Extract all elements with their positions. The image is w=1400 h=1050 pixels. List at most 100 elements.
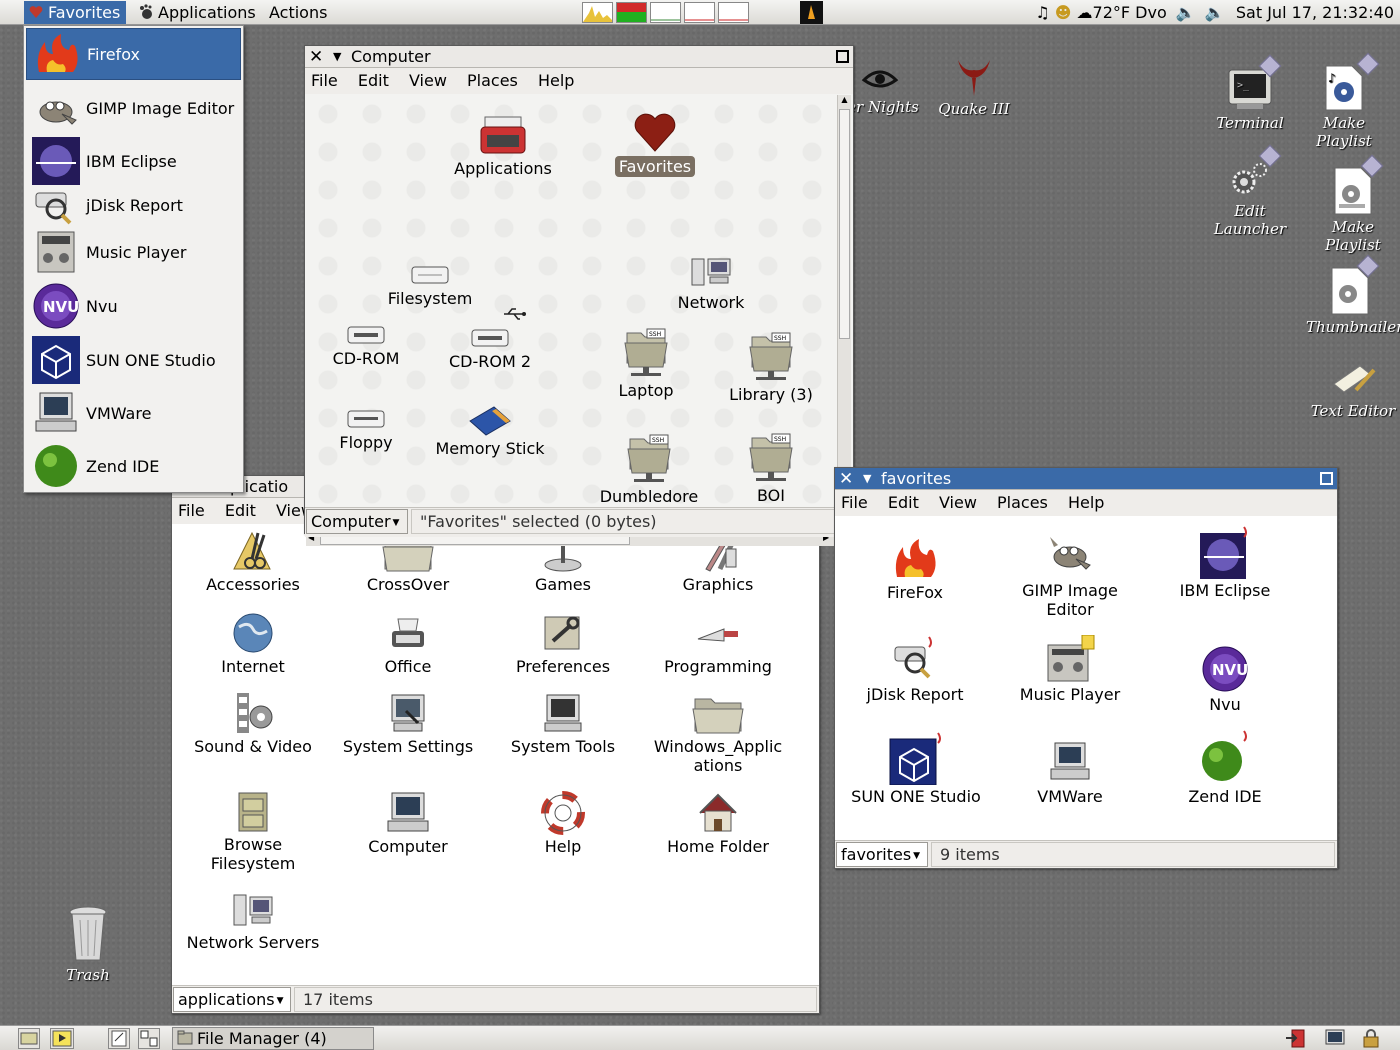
workspace-3[interactable] <box>138 1028 160 1049</box>
desktop-icon-trash[interactable]: Trash <box>50 904 126 984</box>
location-dropdown[interactable]: Computer ▼ <box>306 509 408 534</box>
vertical-scroll-thumb[interactable] <box>839 109 850 339</box>
item-browse-filesystem[interactable]: Browse Filesystem <box>183 791 323 873</box>
location-dropdown[interactable]: applications ▼ <box>173 987 291 1012</box>
folder-preferences[interactable]: Preferences <box>493 611 633 676</box>
item-cdrom-2[interactable]: CD-ROM 2 <box>426 326 554 371</box>
menu-file[interactable]: File <box>311 71 338 90</box>
menu-item-music-player[interactable]: Music Player <box>26 226 241 278</box>
fav-nvu[interactable]: NVU Nvu <box>1158 645 1292 714</box>
cpu-monitor[interactable] <box>582 2 613 23</box>
music-note-icon[interactable]: ♫ <box>1035 3 1049 22</box>
item-floppy[interactable]: Floppy <box>306 407 426 452</box>
desktop-icon-quake[interactable]: Quake III <box>930 56 1018 118</box>
volume-icon[interactable]: 🔈 <box>1176 3 1196 22</box>
item-dumbledore[interactable]: SSH Dumbledore <box>586 433 712 506</box>
folder-system-tools[interactable]: System Tools <box>493 691 633 756</box>
taskbar-file-manager[interactable]: File Manager (4) <box>172 1027 374 1050</box>
desktop-icon-edit-launcher[interactable]: Edit Launcher <box>1200 160 1300 238</box>
favorites-menu-button[interactable]: Favorites <box>24 1 127 24</box>
item-memory-stick[interactable]: Memory Stick <box>424 403 556 458</box>
menu-edit[interactable]: Edit <box>358 71 389 90</box>
scroll-up-icon[interactable]: ▲ <box>839 95 850 107</box>
maximize-icon[interactable] <box>836 50 849 63</box>
item-computer[interactable]: Computer <box>338 791 478 856</box>
network-monitor[interactable] <box>650 2 681 23</box>
close-icon[interactable]: ✕ <box>309 46 325 68</box>
desktop-icon-make-playlist-2[interactable]: Make Playlist <box>1306 166 1400 254</box>
applications-menu-button[interactable]: Applications <box>134 1 262 24</box>
menu-item-zend[interactable]: Zend IDE <box>26 440 241 492</box>
menu-item-jdisk[interactable]: jDisk Report <box>26 182 241 228</box>
maximize-icon[interactable] <box>1320 472 1333 485</box>
item-boi[interactable]: SSH BOI <box>710 432 832 505</box>
menu-help[interactable]: Help <box>538 71 574 90</box>
desktop-icon-thumbnailer[interactable]: Thumbnailer <box>1306 266 1400 336</box>
fav-zend-ide[interactable]: Zend IDE <box>1158 729 1292 806</box>
folder-sound-video[interactable]: Sound & Video <box>183 691 323 756</box>
menu-edit[interactable]: Edit <box>888 493 919 512</box>
folder-system-settings[interactable]: System Settings <box>338 691 478 756</box>
item-home-folder[interactable]: Home Folder <box>648 791 788 856</box>
menu-places[interactable]: Places <box>467 71 518 90</box>
item-laptop[interactable]: SSH Laptop <box>586 327 706 400</box>
folder-programming[interactable]: Programming <box>648 611 788 676</box>
item-filesystem[interactable]: Filesystem <box>364 263 496 308</box>
window-menu-icon[interactable]: ▼ <box>333 46 341 68</box>
display-icon[interactable] <box>1324 1028 1346 1049</box>
folder-windows-applications[interactable]: Windows_Applic ations <box>643 691 793 775</box>
terminal-launcher-icon[interactable] <box>800 1 823 24</box>
fav-sun-one-studio[interactable]: SUN ONE Studio <box>844 731 988 806</box>
menu-file[interactable]: File <box>178 501 205 520</box>
computer-titlebar[interactable]: ✕ ▼ Computer <box>305 46 853 68</box>
lock-icon[interactable] <box>1360 1028 1382 1049</box>
vertical-scrollbar[interactable]: ▲ <box>837 95 851 531</box>
item-help[interactable]: Help <box>493 791 633 856</box>
fav-vmware[interactable]: VMWare <box>1004 739 1136 806</box>
item-favorites[interactable]: Favorites <box>588 111 722 177</box>
weather-icon[interactable]: ☁ <box>1077 3 1093 22</box>
workspace-2[interactable] <box>108 1028 130 1049</box>
menu-edit[interactable]: Edit <box>225 501 256 520</box>
weather-text[interactable]: 72°F Dvo <box>1093 3 1167 22</box>
window-menu-icon[interactable]: ▼ <box>863 468 871 490</box>
desktop-icon-terminal[interactable]: >_ Terminal <box>1206 66 1294 132</box>
item-cdrom[interactable]: CD-ROM <box>306 323 426 368</box>
item-applications[interactable]: Applications <box>436 111 570 178</box>
item-network-servers[interactable]: Network Servers <box>183 891 323 952</box>
menu-item-vmware[interactable]: VMWare <box>26 387 241 439</box>
load-monitor[interactable] <box>718 2 749 23</box>
fav-music-player[interactable]: Music Player <box>1004 635 1136 704</box>
favorites-titlebar[interactable]: ✕ ▼ favorites <box>835 468 1337 490</box>
desktop-icon-text-editor[interactable]: Text Editor <box>1306 360 1400 420</box>
menu-item-gimp[interactable]: GIMP Image Editor <box>26 82 241 134</box>
actions-menu-button[interactable]: Actions <box>265 1 333 24</box>
swap-monitor[interactable] <box>684 2 715 23</box>
location-dropdown[interactable]: favorites ▼ <box>836 842 928 867</box>
item-network[interactable]: Network <box>646 255 776 312</box>
fav-firefox[interactable]: FireFox <box>850 537 980 602</box>
menu-view[interactable]: View <box>409 71 447 90</box>
menu-item-sun-studio[interactable]: SUN ONE Studio <box>26 334 241 386</box>
close-icon[interactable]: ✕ <box>839 468 855 490</box>
clock[interactable]: Sat Jul 17, 21:32:40 <box>1236 3 1394 22</box>
desktop-icon-make-playlist[interactable]: ♪ Make Playlist <box>1298 64 1390 150</box>
show-desktop-icon[interactable] <box>18 1028 40 1049</box>
memory-monitor[interactable] <box>616 2 647 23</box>
fav-gimp[interactable]: GIMP Image Editor <box>1004 531 1136 619</box>
menu-item-nvu[interactable]: NVU Nvu <box>26 280 241 332</box>
menu-help[interactable]: Help <box>1068 493 1104 512</box>
logout-icon[interactable] <box>1284 1028 1306 1049</box>
menu-item-eclipse[interactable]: IBM Eclipse <box>26 135 241 187</box>
folder-office[interactable]: Office <box>338 611 478 676</box>
folder-internet[interactable]: Internet <box>183 611 323 676</box>
fav-jdisk-report[interactable]: jDisk Report <box>850 633 980 704</box>
menu-places[interactable]: Places <box>997 493 1048 512</box>
menu-view[interactable]: View <box>939 493 977 512</box>
menu-file[interactable]: File <box>841 493 868 512</box>
volume-icon-2[interactable]: 🔈 <box>1205 3 1225 22</box>
folder-accessories[interactable]: Accessories <box>183 529 323 594</box>
menu-item-firefox[interactable]: Firefox <box>26 28 241 80</box>
workspace-1[interactable] <box>50 1028 74 1049</box>
item-library[interactable]: SSH Library (3) <box>710 331 832 404</box>
